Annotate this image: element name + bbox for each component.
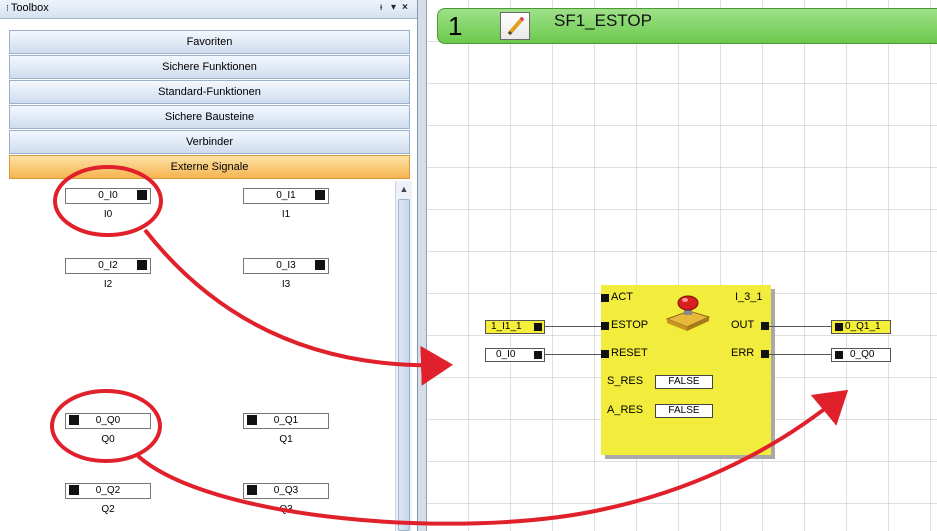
pin-estop: ESTOP [611, 319, 649, 331]
pencil-icon [507, 16, 525, 36]
connection-label: 0_Q0 [850, 349, 875, 360]
input-connector-icon [247, 485, 257, 495]
instance-name: I_3_1 [735, 291, 763, 303]
sheet-name: SF1_ESTOP [554, 11, 652, 30]
s-res-value[interactable]: FALSE [655, 375, 713, 389]
category-verbinder[interactable]: Verbinder [9, 130, 410, 154]
connection-estop-input[interactable]: 1_I1_1 [485, 320, 545, 334]
wire [769, 354, 831, 355]
output-connector-icon [315, 190, 325, 200]
pin-s-res: S_RES [607, 375, 644, 387]
connection-reset-input[interactable]: 0_I0 [485, 348, 545, 362]
wire [545, 326, 601, 327]
signal-label: 0_Q0 [95, 415, 121, 426]
connection-label: 0_I0 [496, 349, 516, 360]
signal-caption: Q0 [101, 434, 115, 445]
toolbox-title: ⁝ Toolbox [6, 2, 49, 14]
toolbox-scrollbar[interactable]: ▲ [395, 181, 412, 531]
category-standard-funktionen[interactable]: Standard-Funktionen [9, 80, 410, 104]
scroll-up-icon[interactable]: ▲ [398, 183, 410, 195]
signal-caption: Q2 [101, 504, 115, 515]
toolbox-header: ⁝ Toolbox ᵻ ▾ × [0, 0, 417, 19]
signal-label: 0_I1 [276, 190, 296, 201]
signal-caption: I1 [281, 209, 291, 220]
output-connector-icon [761, 350, 769, 358]
input-connector-icon [835, 323, 843, 331]
input-connector-icon [601, 294, 609, 302]
sheet-header: 1 SF1_ESTOP [437, 8, 937, 44]
signal-caption: Q3 [279, 504, 293, 515]
pin-a-res: A_RES [607, 404, 644, 416]
input-connector-icon [69, 415, 79, 425]
signal-caption: I2 [103, 279, 113, 290]
close-icon[interactable]: × [402, 2, 408, 13]
output-connector-icon [315, 260, 325, 270]
pin-err: ERR [731, 347, 755, 359]
connection-err-output[interactable]: 0_Q0 [831, 348, 891, 362]
pin-reset: RESET [611, 347, 648, 359]
scroll-thumb[interactable] [398, 199, 410, 531]
output-connector-icon [761, 322, 769, 330]
signal-label: 0_I2 [98, 260, 118, 271]
input-connector-icon [601, 322, 609, 330]
output-connector-icon [137, 190, 147, 200]
input-connector-icon [601, 350, 609, 358]
signal-caption: Q1 [279, 434, 293, 445]
pin-icon[interactable]: ᵻ [380, 2, 382, 13]
a-res-value[interactable]: FALSE [655, 404, 713, 418]
signal-label: 0_I3 [276, 260, 296, 271]
input-connector-icon [247, 415, 257, 425]
signal-label: 0_Q2 [95, 485, 121, 496]
signal-caption: I0 [103, 209, 113, 220]
signal-label: 0_Q3 [273, 485, 299, 496]
category-externe-signale[interactable]: Externe Signale [9, 155, 410, 179]
toolbox-title-text: Toolbox [10, 2, 49, 14]
connection-label: 1_I1_1 [491, 321, 522, 332]
output-connector-icon [534, 323, 542, 331]
input-connector-icon [835, 351, 843, 359]
wire [545, 354, 601, 355]
signal-caption: I3 [281, 279, 291, 290]
output-connector-icon [534, 351, 542, 359]
edit-sheet-button[interactable] [500, 12, 530, 40]
output-connector-icon [137, 260, 147, 270]
dropdown-arrow-icon[interactable]: ▾ [391, 2, 396, 13]
pin-out: OUT [731, 319, 755, 331]
emergency-stop-icon [665, 295, 711, 331]
signal-list: 0_I0 I0 0_I1 I1 0_I2 I2 0_I3 I3 0_Q0 Q0 [9, 181, 395, 531]
category-favoriten[interactable]: Favoriten [9, 30, 410, 54]
category-sichere-bausteine[interactable]: Sichere Bausteine [9, 105, 410, 129]
estop-function-block[interactable]: ACT ESTOP RESET S_RES FALSE A_RES FALSE … [601, 285, 771, 455]
signal-label: 0_I0 [98, 190, 118, 201]
wire [769, 326, 831, 327]
connection-out-output[interactable]: 0_Q1_1 [831, 320, 891, 334]
signal-label: 0_Q1 [273, 415, 299, 426]
category-sichere-funktionen[interactable]: Sichere Funktionen [9, 55, 410, 79]
grip-icon: ⁝ [6, 3, 9, 13]
connection-label: 0_Q1_1 [845, 321, 881, 332]
input-connector-icon [69, 485, 79, 495]
toolbox-panel: ⁝ Toolbox ᵻ ▾ × Favoriten Sichere Funktio… [0, 0, 418, 531]
sheet-number: 1 [448, 11, 463, 41]
pin-act: ACT [611, 291, 633, 303]
